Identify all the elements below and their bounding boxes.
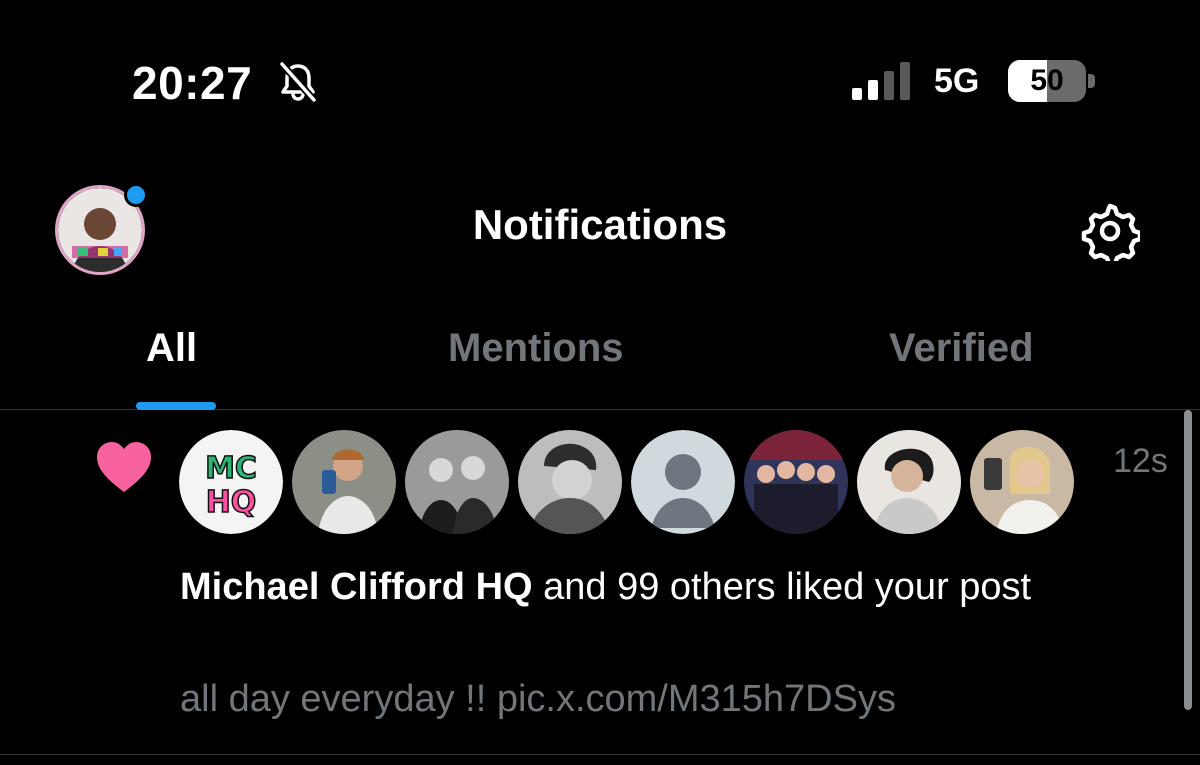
signal-icon bbox=[852, 62, 910, 100]
tab-all[interactable]: All bbox=[146, 326, 197, 371]
avatar[interactable] bbox=[405, 430, 509, 534]
heart-icon bbox=[97, 442, 151, 492]
tab-mentions[interactable]: Mentions bbox=[448, 326, 624, 371]
avatar-michael-clifford-hq[interactable]: MC HQ bbox=[179, 430, 283, 534]
page-title: Notifications bbox=[472, 201, 728, 248]
avatar[interactable] bbox=[744, 430, 848, 534]
battery-icon: 50 bbox=[1008, 60, 1096, 102]
actor-name[interactable]: Michael Clifford HQ bbox=[180, 566, 533, 608]
avatar-default[interactable] bbox=[631, 430, 735, 534]
gear-icon[interactable] bbox=[1080, 201, 1140, 261]
status-time: 20:27 bbox=[132, 57, 253, 109]
status-bar: 20:27 5G 50 bbox=[0, 0, 1200, 165]
post-preview[interactable]: all day everyday !! pic.x.com/M315h7DSys bbox=[180, 678, 896, 721]
avatar-logo-text-top: MC bbox=[205, 451, 257, 486]
avatar[interactable] bbox=[518, 430, 622, 534]
avatar[interactable] bbox=[292, 430, 396, 534]
active-tab-indicator bbox=[136, 402, 216, 410]
tab-bar: All Mentions Verified bbox=[0, 290, 1200, 410]
battery-level: 50 bbox=[1030, 64, 1064, 97]
notification-summary: Michael Clifford HQ and 99 others liked … bbox=[180, 558, 1140, 617]
scrollbar[interactable] bbox=[1184, 410, 1192, 710]
notification-item[interactable]: MC HQ 12s Michael Clifford HQ and 99 oth… bbox=[0, 410, 1200, 755]
avatar-logo-text-bottom: HQ bbox=[206, 485, 257, 520]
tab-verified[interactable]: Verified bbox=[889, 326, 1034, 371]
action-text: and 99 others liked your post bbox=[532, 566, 1032, 608]
bell-slash-icon bbox=[279, 61, 317, 103]
header: Notifications bbox=[0, 165, 1200, 290]
avatar[interactable] bbox=[857, 430, 961, 534]
notification-timestamp: 12s bbox=[1113, 442, 1168, 480]
network-type: 5G bbox=[934, 62, 980, 100]
avatar[interactable] bbox=[970, 430, 1074, 534]
